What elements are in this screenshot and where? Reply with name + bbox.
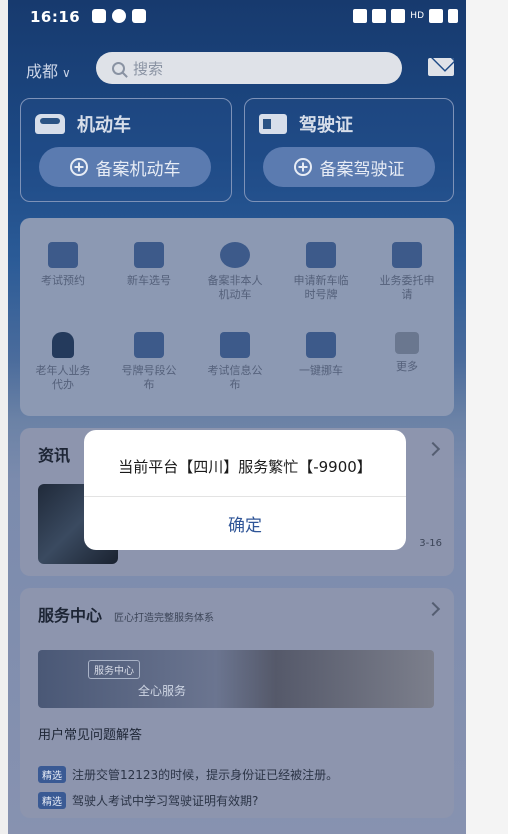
service-center-subtitle: 匠心打造完整服务体系 <box>114 613 215 624</box>
register-license-button[interactable]: 备案驾驶证 <box>263 147 435 187</box>
city-label: 成都 <box>26 62 59 81</box>
service-center-title-text: 服务中心 <box>38 606 103 625</box>
license-card: 驾驶证 备案驾驶证 <box>244 98 454 202</box>
register-vehicle-label: 备案机动车 <box>95 159 181 180</box>
service-center-section: 服务中心 匠心打造完整服务体系 服务中心 全心服务 用户常见问题解答 精选 注册… <box>20 588 454 818</box>
news-date: 3-16 <box>419 538 442 549</box>
services-grid: 考试预约 新车选号 备案非本人机动车 申请新车临时号牌 业务委托申请 老年人业务… <box>20 218 454 416</box>
alarm-icon <box>353 9 368 23</box>
signal-icon <box>429 9 443 23</box>
elderly-icon <box>52 332 74 358</box>
id-card-icon <box>259 114 287 134</box>
status-time: 16:16 <box>30 8 81 26</box>
chevron-right-icon[interactable] <box>425 601 441 617</box>
vehicle-card-label: 机动车 <box>77 115 131 136</box>
confirm-button[interactable]: 确定 <box>84 497 406 550</box>
faq-item[interactable]: 精选 驾驶人考试中学习驾驶证明有效期? <box>38 792 258 809</box>
search-placeholder: 搜索 <box>133 59 164 78</box>
service-new-plate[interactable]: 新车选号 <box>109 242 189 288</box>
service-plate-range[interactable]: 号牌号段公布 <box>109 332 189 392</box>
service-label: 业务委托申请 <box>379 274 435 301</box>
service-label: 考试预约 <box>41 274 85 287</box>
register-license-label: 备案驾驶证 <box>319 159 405 180</box>
service-record-vehicle[interactable]: 备案非本人机动车 <box>195 242 275 302</box>
move-car-icon <box>306 332 336 358</box>
shield-record-icon <box>220 242 250 268</box>
mute-icon <box>372 9 387 23</box>
service-label: 备案非本人机动车 <box>207 274 263 301</box>
service-label: 号牌号段公布 <box>121 364 177 391</box>
news-title: 资讯 <box>38 442 70 466</box>
chevron-down-icon: ∨ <box>62 66 71 80</box>
license-card-label: 驾驶证 <box>299 115 353 136</box>
service-label: 新车选号 <box>127 274 171 287</box>
banner-tag: 服务中心 <box>88 660 140 679</box>
service-label: 更多 <box>396 360 418 373</box>
more-icon <box>395 332 419 354</box>
faq-text: 注册交管12123的时候，提示身份证已经被注册。 <box>72 768 339 782</box>
service-exam-info[interactable]: 考试信息公布 <box>195 332 275 392</box>
service-temp-plate[interactable]: 申请新车临时号牌 <box>281 242 361 302</box>
app-icon <box>112 9 126 23</box>
banner-text: 全心服务 <box>138 684 187 698</box>
service-exam-booking[interactable]: 考试预约 <box>23 242 103 288</box>
battery-icon <box>448 9 458 23</box>
delegate-icon <box>392 242 422 268</box>
faq-title: 用户常见问题解答 <box>38 728 143 743</box>
service-label: 申请新车临时号牌 <box>293 274 349 301</box>
plus-circle-icon <box>293 158 312 176</box>
search-input[interactable]: 搜索 <box>96 52 402 84</box>
license-card-title: 驾驶证 <box>259 111 353 137</box>
phone-screen: 16:16 HD 成都 ∨ 搜索 机动车 备案机动车 驾驶证 备案驾驶证 考试预… <box>8 0 466 834</box>
plus-circle-icon <box>69 158 88 176</box>
calendar-icon <box>48 242 78 268</box>
message-icon <box>132 9 146 23</box>
plate-range-icon <box>134 332 164 358</box>
wifi-icon <box>391 9 406 23</box>
service-move-car[interactable]: 一键挪车 <box>281 332 361 378</box>
vehicle-card: 机动车 备案机动车 <box>20 98 232 202</box>
featured-badge: 精选 <box>38 766 66 783</box>
notification-icons <box>92 9 146 23</box>
background-panel <box>466 0 508 834</box>
service-center-title: 服务中心 匠心打造完整服务体系 <box>38 602 214 626</box>
faq-text: 驾驶人考试中学习驾驶证明有效期? <box>72 794 259 808</box>
system-icons: HD <box>353 9 458 23</box>
service-banner[interactable]: 服务中心 全心服务 <box>38 650 434 708</box>
service-elderly[interactable]: 老年人业务代办 <box>23 332 103 392</box>
news-title-text: 资讯 <box>38 446 71 465</box>
featured-badge: 精选 <box>38 792 66 809</box>
gallery-icon <box>92 9 106 23</box>
service-label: 老年人业务代办 <box>35 364 91 391</box>
service-more[interactable]: 更多 <box>367 332 447 374</box>
search-icon <box>112 61 125 75</box>
temp-plate-icon <box>306 242 336 268</box>
car-icon <box>35 114 65 134</box>
vehicle-card-title: 机动车 <box>35 111 131 137</box>
service-label: 考试信息公布 <box>207 364 263 391</box>
exam-info-icon <box>220 332 250 358</box>
top-bar: 成都 ∨ 搜索 <box>8 48 466 88</box>
status-bar: 16:16 HD <box>8 0 466 34</box>
network-label: HD <box>410 11 424 21</box>
dialog-message: 当前平台【四川】服务繁忙【-9900】 <box>118 458 372 476</box>
faq-item[interactable]: 精选 注册交管12123的时候，提示身份证已经被注册。 <box>38 766 338 783</box>
register-vehicle-button[interactable]: 备案机动车 <box>39 147 211 187</box>
mail-icon[interactable] <box>428 58 454 76</box>
alert-dialog: 当前平台【四川】服务繁忙【-9900】 确定 <box>84 430 406 550</box>
chevron-right-icon[interactable] <box>425 441 441 457</box>
service-label: 一键挪车 <box>299 364 343 377</box>
new-plate-icon <box>134 242 164 268</box>
city-selector[interactable]: 成都 ∨ <box>26 58 71 82</box>
service-delegate[interactable]: 业务委托申请 <box>367 242 447 302</box>
